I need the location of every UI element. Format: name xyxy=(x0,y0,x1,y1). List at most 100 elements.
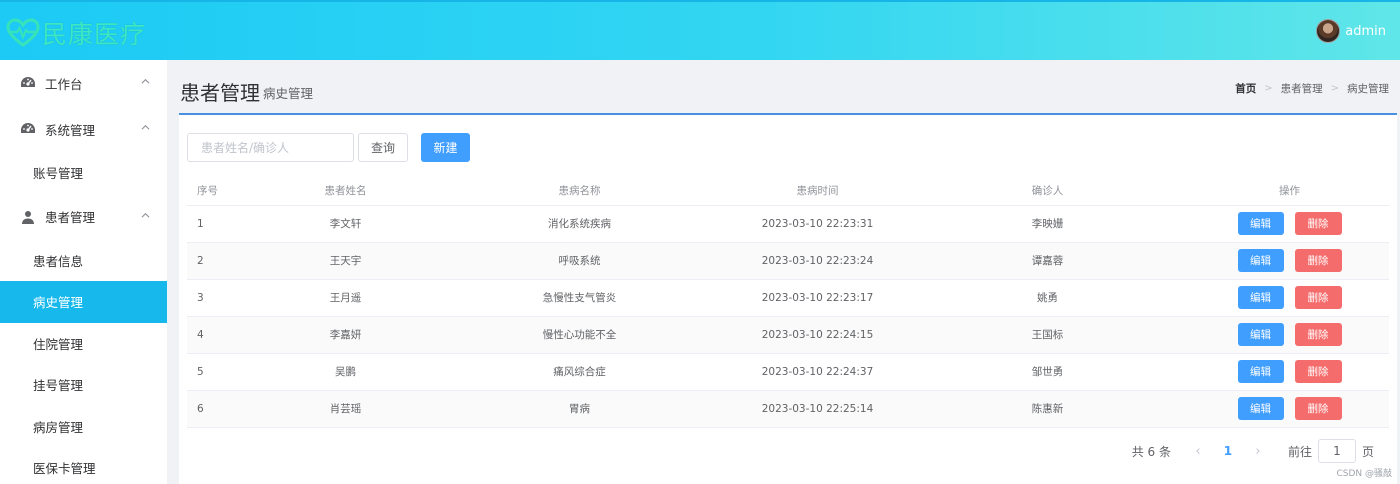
page-suffix-label: 页 xyxy=(1361,444,1374,459)
column-header: 确诊人 xyxy=(905,177,1190,206)
cell-index: 2 xyxy=(187,242,262,280)
cell-doctor: 李映姗 xyxy=(905,205,1190,243)
breadcrumb-home[interactable]: 首页 xyxy=(1235,81,1256,96)
dashboard-icon xyxy=(21,77,35,87)
page-title: 患者管理 xyxy=(180,81,260,105)
top-header: 民康医疗 admin xyxy=(0,0,1400,60)
column-header: 序号 xyxy=(187,177,262,206)
cell-time: 2023-03-10 22:23:24 xyxy=(730,242,905,280)
cell-doctor: 陈惠新 xyxy=(905,390,1190,428)
column-header: 患病时间 xyxy=(730,177,905,206)
cell-actions: 编辑 删除 xyxy=(1190,205,1389,243)
table-row: 1 李文轩 消化系统疾病 2023-03-10 22:23:31 李映姗 编辑删… xyxy=(187,205,1389,243)
content-card: 查询 新建 序号 患者姓名 患病名称 患病时间 确诊人 操作 1 xyxy=(179,113,1397,484)
user-menu[interactable]: admin xyxy=(1316,17,1386,45)
sidebar: 工作台 系统管理 账号管理 患者管理 患者信息 病史管理 住院管理 挂号管理 病… xyxy=(0,60,167,484)
sidebar-group-label: 系统管理 xyxy=(45,122,96,138)
cell-disease: 慢性心功能不全 xyxy=(429,316,730,354)
delete-button[interactable]: 删除 xyxy=(1294,323,1342,346)
main-content: 患者管理 病史管理 首页 > 患者管理 > 病史管理 查询 新建 序号 患者姓名… xyxy=(179,60,1400,484)
page-jump-input[interactable] xyxy=(1317,439,1356,463)
cell-actions: 编辑 删除 xyxy=(1190,353,1389,391)
breadcrumb-separator-icon: > xyxy=(1264,83,1273,94)
prev-page-chevron-left-icon[interactable]: ‹ xyxy=(1185,444,1211,459)
column-header: 操作 xyxy=(1190,177,1389,206)
user-icon xyxy=(22,210,34,224)
sidebar-item-patient-info[interactable]: 患者信息 xyxy=(0,240,167,282)
column-header: 患病名称 xyxy=(429,177,730,206)
breadcrumb-item[interactable]: 患者管理 xyxy=(1281,81,1323,96)
cell-time: 2023-03-10 22:24:15 xyxy=(730,316,905,354)
cell-doctor: 谭嘉蓉 xyxy=(905,242,1190,280)
cell-index: 6 xyxy=(187,390,262,428)
cell-patient-name: 吴鹏 xyxy=(262,353,429,391)
cell-patient-name: 王月遥 xyxy=(262,279,429,317)
cell-index: 4 xyxy=(187,316,262,354)
delete-button[interactable]: 删除 xyxy=(1294,360,1342,383)
pagination-total: 共 6 条 xyxy=(1131,444,1171,459)
cell-actions: 编辑 删除 xyxy=(1190,390,1389,428)
page-number-current[interactable]: 1 xyxy=(1213,444,1243,458)
sidebar-item-insurance-card[interactable]: 医保卡管理 xyxy=(0,447,167,484)
cell-index: 1 xyxy=(187,205,262,243)
cell-time: 2023-03-10 22:24:37 xyxy=(730,353,905,391)
sidebar-group-system[interactable]: 系统管理 xyxy=(0,106,167,152)
cell-actions: 编辑 删除 xyxy=(1190,316,1389,354)
history-table: 序号 患者姓名 患病名称 患病时间 确诊人 操作 1 李文轩 消化系统疾病 20… xyxy=(187,177,1389,428)
watermark: CSDN @骚敲 xyxy=(1336,469,1392,479)
next-page-chevron-right-icon[interactable]: › xyxy=(1245,444,1271,459)
new-button[interactable]: 新建 xyxy=(421,133,470,162)
sidebar-item-wards[interactable]: 病房管理 xyxy=(0,406,167,448)
cell-disease: 急慢性支气管炎 xyxy=(429,279,730,317)
cell-time: 2023-03-10 22:23:17 xyxy=(730,279,905,317)
cell-index: 3 xyxy=(187,279,262,317)
pagination: 共 6 条 ‹ 1 › 前往 页 xyxy=(1132,438,1374,464)
cell-actions: 编辑 删除 xyxy=(1190,242,1389,280)
cell-patient-name: 肖芸瑶 xyxy=(262,390,429,428)
cell-doctor: 邹世勇 xyxy=(905,353,1190,391)
chevron-up-icon xyxy=(141,78,150,84)
table-row: 3 王月遥 急慢性支气管炎 2023-03-10 22:23:17 姚勇 编辑删… xyxy=(187,279,1389,317)
logo-text: 民康医疗 xyxy=(42,20,147,49)
cell-doctor: 王国标 xyxy=(905,316,1190,354)
cell-actions: 编辑 删除 xyxy=(1190,279,1389,317)
column-header: 患者姓名 xyxy=(262,177,429,206)
avatar[interactable] xyxy=(1316,19,1341,43)
sidebar-item-medical-history[interactable]: 病史管理 xyxy=(0,281,167,323)
sidebar-group-patients[interactable]: 患者管理 xyxy=(0,194,167,240)
query-button[interactable]: 查询 xyxy=(358,133,408,162)
sidebar-item-hospitalization[interactable]: 住院管理 xyxy=(0,323,167,365)
edit-button[interactable]: 编辑 xyxy=(1237,397,1284,420)
edit-button[interactable]: 编辑 xyxy=(1237,212,1284,235)
app-logo[interactable]: 民康医疗 xyxy=(6,16,146,50)
edit-button[interactable]: 编辑 xyxy=(1237,249,1284,272)
delete-button[interactable]: 删除 xyxy=(1294,286,1342,309)
sidebar-group-workbench[interactable]: 工作台 xyxy=(0,60,167,106)
cell-patient-name: 王天宇 xyxy=(262,242,429,280)
edit-button[interactable]: 编辑 xyxy=(1237,323,1284,346)
edit-button[interactable]: 编辑 xyxy=(1237,286,1284,309)
sidebar-item-registration[interactable]: 挂号管理 xyxy=(0,364,167,406)
cell-disease: 呼吸系统 xyxy=(429,242,730,280)
cell-disease: 痛风综合症 xyxy=(429,353,730,391)
cell-time: 2023-03-10 22:25:14 xyxy=(730,390,905,428)
cell-patient-name: 李嘉妍 xyxy=(262,316,429,354)
table-row: 5 吴鹏 痛风综合症 2023-03-10 22:24:37 邹世勇 编辑 删除 xyxy=(187,353,1389,391)
delete-button[interactable]: 删除 xyxy=(1294,397,1342,420)
goto-label: 前往 xyxy=(1287,444,1312,459)
dashboard-icon xyxy=(21,123,35,133)
table-row: 6 肖芸瑶 胃病 2023-03-10 22:25:14 陈惠新 编辑 删除 xyxy=(187,390,1389,428)
cell-patient-name: 李文轩 xyxy=(262,205,429,243)
cell-disease: 胃病 xyxy=(429,390,730,428)
delete-button[interactable]: 删除 xyxy=(1294,212,1342,235)
sidebar-item-accounts[interactable]: 账号管理 xyxy=(0,152,167,194)
search-input[interactable] xyxy=(187,133,354,162)
chevron-up-icon xyxy=(141,124,150,130)
heart-pulse-logo-icon xyxy=(6,18,40,47)
table-row: 4 李嘉妍 慢性心功能不全 2023-03-10 22:24:15 王国标 编辑… xyxy=(187,316,1389,354)
delete-button[interactable]: 删除 xyxy=(1294,249,1342,272)
username: admin xyxy=(1345,23,1386,39)
breadcrumb: 首页 > 患者管理 > 病史管理 xyxy=(1235,81,1389,96)
cell-time: 2023-03-10 22:23:31 xyxy=(730,205,905,243)
edit-button[interactable]: 编辑 xyxy=(1237,360,1284,383)
